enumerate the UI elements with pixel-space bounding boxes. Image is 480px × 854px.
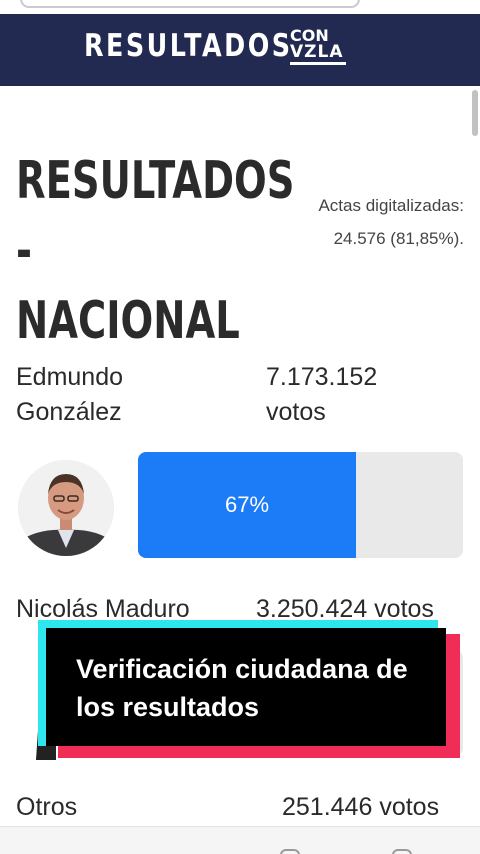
page-scrollbar[interactable] [472,90,478,136]
logo-line-2: VZLA [290,42,344,62]
person-photo-icon [18,460,114,556]
actas-value: 24.576 (81,85%). [333,229,464,248]
address-bar[interactable] [20,0,360,8]
candidate-name-gonzalez: Edmundo González [16,363,124,426]
candidate-avatar-gonzalez [18,460,114,556]
vote-bar-fill-gonzalez: 67% [138,452,356,558]
logo-underline [290,62,346,65]
browser-top-strip [0,0,480,14]
candidate-votes-gonzalez: 7.173.152 votos [266,363,378,426]
video-caption: Verificación ciudadana de los resultados [46,628,446,746]
candidate-votes-otros: 251.446 votos [282,793,440,821]
candidate-name-otros: Otros [16,793,78,821]
browser-bottom-bar [0,826,480,854]
menu-icon[interactable] [392,849,412,854]
actas-label: Actas digitalizadas: [318,196,464,215]
page-title: RESULTADOS - NACIONAL [16,151,295,351]
vote-bar-gonzalez: 67% [138,452,463,558]
vote-percent-label: 67% [224,492,270,517]
con-vzla-logo[interactable]: CON VZLA [290,28,346,65]
site-brand-title[interactable]: RESULTADOS [84,28,293,64]
site-header: RESULTADOS CON VZLA [0,14,480,86]
tabs-icon[interactable] [280,849,300,854]
